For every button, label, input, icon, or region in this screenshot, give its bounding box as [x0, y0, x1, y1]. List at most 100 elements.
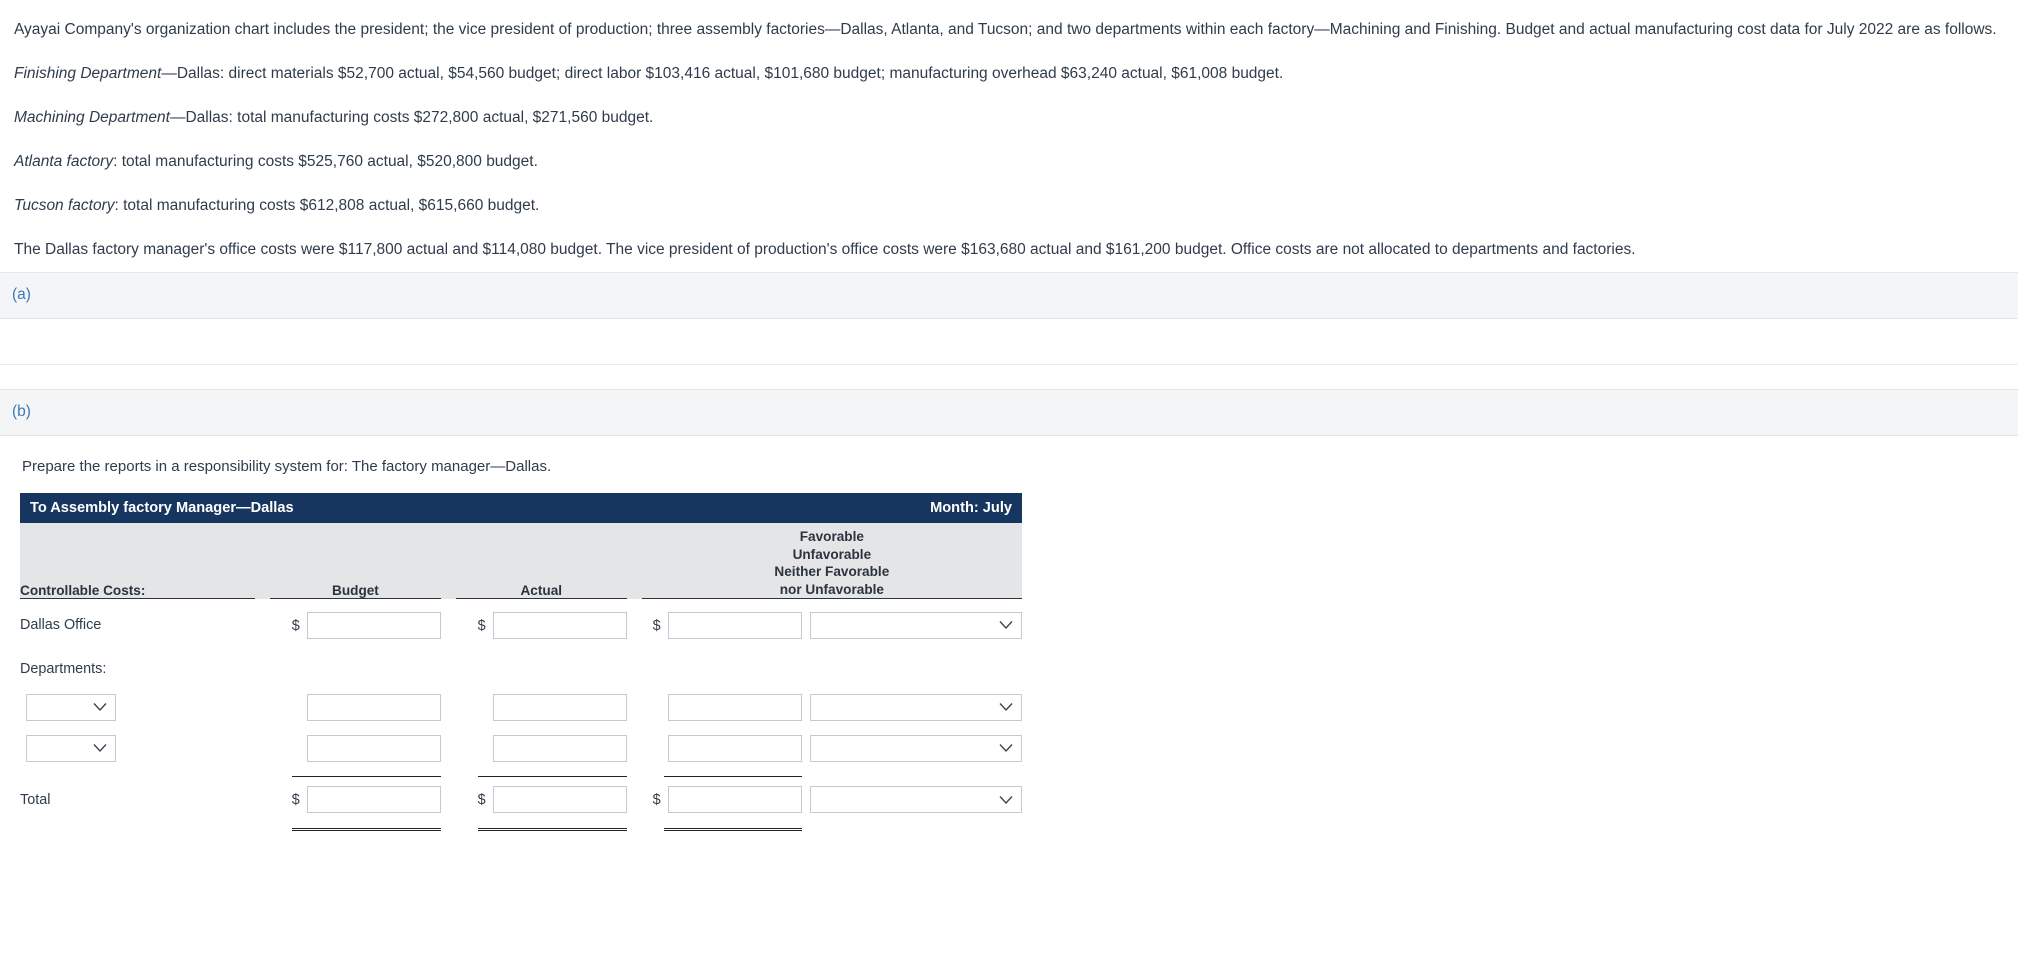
paragraph-text: Ayayai Company's organization chart incl… [14, 21, 1997, 38]
instruction-text: Prepare the reports in a responsibility … [22, 457, 552, 475]
problem-paragraph-6: The Dallas factory manager's office cost… [14, 228, 2004, 272]
rule-spacer [801, 821, 810, 832]
problem-paragraph-4: Atlanta factory: total manufacturing cos… [14, 140, 2004, 184]
select-department-1-name[interactable] [26, 693, 116, 721]
dollar-sign: $ [291, 617, 300, 634]
input-dallas-office-variance-amount[interactable] [667, 611, 802, 639]
rule-spacer [440, 821, 456, 832]
section-a-label: (a) [12, 286, 31, 304]
cell-dallas-variance-select [809, 598, 1022, 652]
section-a-header: (a) [0, 271, 2018, 319]
input-total-budget[interactable] [306, 786, 441, 814]
select-dallas-office-variance-type[interactable] [809, 611, 1022, 639]
dollar-sign: $ [652, 791, 661, 808]
variance-line-neither-favorable: Neither Favorable [774, 564, 890, 580]
row-spacer [440, 727, 456, 769]
input-department-2-actual[interactable] [492, 734, 627, 762]
row-spacer [440, 686, 456, 728]
cell-total-variance-amount: $ [641, 777, 802, 822]
cell-total-budget: $ [270, 777, 441, 822]
problem-statement: Ayayai Company's organization chart incl… [0, 0, 2018, 272]
table-row-total: Total $ $ $ [20, 777, 1022, 822]
report-title-left: To Assembly factory Manager—Dallas [30, 499, 294, 516]
row-spacer [254, 686, 271, 728]
rule-spacer [809, 768, 1022, 778]
select-wrapper [809, 734, 1022, 762]
paragraph-lead: Machining Department [14, 108, 170, 126]
select-department-1-variance-type[interactable] [809, 693, 1022, 721]
row-spacer [626, 777, 642, 822]
grand-total-rule-row [20, 821, 1022, 832]
cell-dallas-budget: $ [270, 598, 441, 652]
input-department-2-variance-amount[interactable] [667, 734, 802, 762]
input-department-2-budget[interactable] [306, 734, 441, 762]
select-department-2-name[interactable] [26, 734, 116, 762]
dollar-sign: $ [477, 617, 486, 634]
dollar-sign: $ [291, 791, 300, 808]
input-department-1-variance-amount[interactable] [667, 693, 802, 721]
input-dallas-office-budget[interactable] [306, 611, 441, 639]
select-wrapper [809, 786, 1022, 814]
cell-total-actual: $ [455, 777, 627, 822]
column-header-budget: Budget [270, 522, 441, 600]
select-wrapper [26, 734, 116, 762]
report-table: To Assembly factory Manager—Dallas Month… [20, 492, 1022, 832]
paragraph-lead: Finishing Department [14, 64, 162, 82]
rule-line [477, 775, 627, 777]
rule-spacer [809, 821, 1022, 832]
row-label-departments: Departments: [20, 651, 255, 687]
subtotal-rule-budget [270, 768, 441, 778]
grand-total-rule-variance [641, 821, 802, 832]
row-spacer [801, 777, 810, 822]
input-department-1-actual[interactable] [492, 693, 627, 721]
cell-department-2-variance-amount: $ [641, 727, 802, 769]
column-header-actual: Actual [455, 522, 627, 600]
cell-department-1-budget: $ [270, 686, 441, 728]
report-column-headers: Controllable Costs: Budget Actual Favora… [20, 522, 1022, 600]
rule-spacer [626, 768, 642, 778]
rule-spacer [20, 821, 255, 832]
cell-department-2-variance-select [809, 727, 1022, 769]
row-spacer [254, 777, 271, 822]
row-spacer [254, 727, 271, 769]
row-label-total: Total [20, 777, 255, 822]
cell-department-1-actual: $ [455, 686, 627, 728]
rule-spacer [254, 768, 271, 778]
report-title-bar: To Assembly factory Manager—Dallas Month… [20, 492, 1022, 523]
rule-spacer [254, 821, 271, 832]
select-wrapper [809, 693, 1022, 721]
variance-line-unfavorable: Unfavorable [792, 546, 872, 562]
cell-department-1-variance-amount: $ [641, 686, 802, 728]
responsibility-report: To Assembly factory Manager—Dallas Month… [0, 475, 2018, 832]
table-row-departments-label: Departments: [20, 651, 1022, 687]
row-spacer [254, 651, 1022, 687]
variance-line-favorable: Favorable [799, 529, 864, 545]
grand-total-rule-actual [455, 821, 627, 832]
problem-paragraph-3: Machining Department—Dallas: total manuf… [14, 96, 2004, 140]
select-total-variance-type[interactable] [809, 786, 1022, 814]
cell-department-2-budget: $ [270, 727, 441, 769]
subtotal-rule-actual [455, 768, 627, 778]
row-spacer [440, 598, 456, 652]
row-spacer [626, 727, 642, 769]
select-wrapper [26, 693, 116, 721]
input-total-actual[interactable] [492, 786, 627, 814]
paragraph-text: The Dallas factory manager's office cost… [14, 240, 1636, 258]
header-spacer [254, 522, 271, 599]
rule-line [292, 775, 441, 777]
select-department-2-variance-type[interactable] [809, 734, 1022, 762]
dollar-sign: $ [477, 791, 486, 808]
dollar-sign: $ [652, 617, 661, 634]
header-spacer [626, 522, 642, 599]
input-department-1-budget[interactable] [306, 693, 441, 721]
row-spacer [801, 727, 810, 769]
double-rule-line [663, 827, 802, 831]
cell-dallas-variance-amount: $ [641, 598, 802, 652]
cell-department-2-actual: $ [455, 727, 627, 769]
column-header-variance: Favorable Unfavorable Neither Favorable … [641, 522, 1022, 600]
row-spacer [801, 686, 810, 728]
problem-paragraph-1: Ayayai Company's organization chart incl… [14, 0, 2004, 52]
input-total-variance-amount[interactable] [667, 786, 802, 814]
cell-department-2-select [20, 727, 255, 769]
input-dallas-office-actual[interactable] [492, 611, 627, 639]
